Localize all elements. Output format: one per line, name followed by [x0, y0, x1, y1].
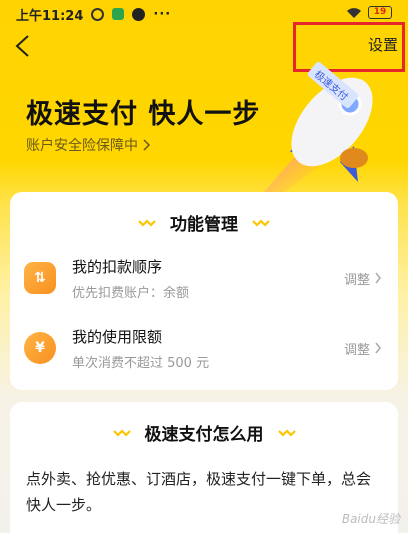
title-decoration-left-icon: [138, 218, 156, 227]
row-title: 我的使用限额: [72, 327, 163, 346]
adjust-label: 调整: [343, 342, 370, 358]
back-arrow-icon[interactable]: [12, 34, 36, 58]
usage-limit-icon: ¥: [24, 332, 56, 364]
status-time: 上午11:24: [16, 8, 84, 24]
insurance-link[interactable]: 账户安全险保障中: [26, 135, 152, 155]
title-decoration-right-icon: [277, 428, 296, 437]
more-notifications-icon: ···: [153, 6, 172, 22]
chevron-right-icon: [375, 342, 381, 354]
battery-icon: 19: [368, 6, 392, 19]
row-subtitle: 单次消费不超过 500 元: [72, 355, 210, 371]
chevron-right-icon: [375, 272, 381, 284]
status-left: 上午11:24 ···: [16, 5, 171, 24]
deduction-order-row[interactable]: ⇅ 我的扣款顺序 优先扣费账户：余额 调整: [24, 248, 384, 308]
adjust-button[interactable]: 调整: [344, 269, 382, 288]
hero-subtitle: 账户安全险保障中: [26, 138, 138, 154]
rocket-illustration: 极速支付: [262, 61, 373, 194]
function-management-card: 功能管理 ⇅ 我的扣款顺序 优先扣费账户：余额 调整 ¥ 我的使用限额 单次消费…: [10, 192, 398, 390]
row-title: 我的扣款顺序: [72, 257, 163, 276]
function-card-header: 功能管理: [10, 192, 398, 235]
row-text: 我的扣款顺序 优先扣费账户：余额: [72, 256, 344, 301]
shield-app-icon: [112, 8, 125, 20]
row-subtitle: 优先扣费账户：余额: [72, 285, 190, 301]
howto-card-header: 极速支付怎么用: [10, 402, 398, 445]
status-right: 19: [346, 6, 392, 19]
title-decoration-right-icon: [252, 218, 270, 227]
deduction-order-icon: ⇅: [24, 262, 56, 294]
adjust-label: 调整: [343, 272, 370, 288]
qq-icon: [132, 7, 146, 21]
wifi-icon: [347, 7, 361, 18]
watermark: Baidu经验: [341, 512, 400, 526]
function-card-title: 功能管理: [170, 215, 238, 235]
howto-description: 点外卖、抢优惠、订酒店，极速支付一键下单，总会快人一步。: [26, 470, 372, 514]
howto-card: 极速支付怎么用 点外卖、抢优惠、订酒店，极速支付一键下单，总会快人一步。: [10, 402, 398, 533]
usage-limit-row[interactable]: ¥ 我的使用限额 单次消费不超过 500 元 调整: [24, 318, 384, 378]
row-text: 我的使用限额 单次消费不超过 500 元: [72, 326, 344, 371]
hero-title: 极速支付 快人一步: [26, 99, 261, 130]
settings-button[interactable]: 设置: [368, 34, 398, 55]
title-decoration-left-icon: [112, 428, 131, 437]
alarm-icon: [91, 7, 105, 21]
adjust-button[interactable]: 调整: [344, 339, 382, 358]
chevron-right-icon: [143, 139, 151, 151]
howto-card-title: 极速支付怎么用: [144, 425, 264, 445]
